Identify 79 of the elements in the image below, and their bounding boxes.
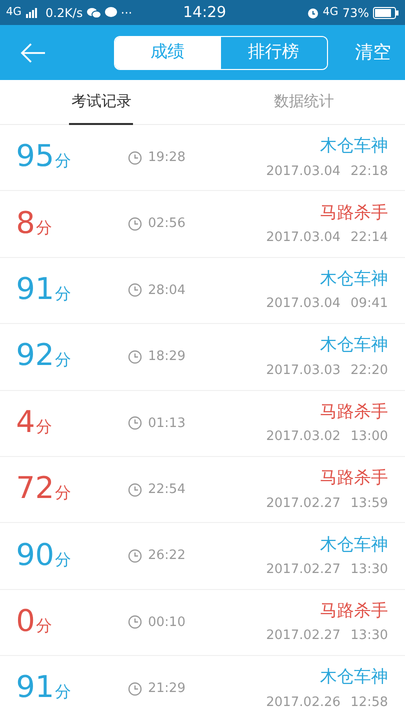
score-unit: 分 <box>55 282 72 305</box>
exam-date: 2017.03.04 <box>266 162 341 181</box>
exam-duration: 02:56 <box>148 215 186 234</box>
more-notifications: ··· <box>120 4 132 22</box>
segment-tab[interactable]: 成绩 <box>114 36 220 68</box>
chat-bubbles-icon <box>86 6 101 18</box>
exam-duration: 28:04 <box>148 282 186 300</box>
exam-time: 13:00 <box>350 428 388 446</box>
exam-time: 13:30 <box>350 627 388 646</box>
clock-icon <box>128 150 142 165</box>
network-label: 4G <box>6 4 22 20</box>
score-unit: 分 <box>36 216 52 239</box>
rank-title: 马路杀手 <box>320 202 388 225</box>
exam-time: 22:14 <box>350 229 388 248</box>
chat-bubble-icon <box>104 7 117 18</box>
rank-title: 马路杀手 <box>320 467 388 490</box>
exam-time: 09:41 <box>350 295 388 314</box>
rank-title: 马路杀手 <box>320 400 388 424</box>
score-value: 0 <box>16 606 36 637</box>
score-unit: 分 <box>55 482 72 504</box>
exam-time: 12:58 <box>350 694 388 712</box>
back-arrow-icon[interactable] <box>20 42 46 62</box>
exam-duration: 19:28 <box>148 148 186 167</box>
exam-duration: 22:54 <box>148 480 186 499</box>
exam-date: 2017.02.27 <box>266 627 341 646</box>
clock-icon <box>128 350 142 364</box>
rank-title: 木仓车神 <box>320 666 388 690</box>
score-unit: 分 <box>36 614 52 637</box>
exam-time: 13:59 <box>350 494 388 513</box>
score-value: 8 <box>16 208 36 239</box>
battery-icon <box>373 6 399 18</box>
exam-duration: 00:10 <box>148 614 186 632</box>
battery-percent: 73% <box>342 4 369 22</box>
exam-date: 2017.03.03 <box>266 362 341 380</box>
rank-title: 木仓车神 <box>320 534 388 557</box>
exam-date: 2017.02.27 <box>266 494 341 513</box>
clock-icon <box>128 283 142 298</box>
score-value: 91 <box>16 673 54 704</box>
signal-icon <box>26 8 38 18</box>
exam-date: 2017.03.04 <box>266 295 341 314</box>
score-value: 72 <box>16 474 54 504</box>
score-value: 91 <box>16 274 54 305</box>
clock-icon <box>128 615 142 630</box>
network-speed: 0.2K/s <box>46 4 83 22</box>
score-value: 95 <box>16 142 54 172</box>
score-value: 90 <box>16 540 54 571</box>
exam-date: 2017.02.26 <box>266 694 341 712</box>
score-unit: 分 <box>55 150 72 172</box>
clock-icon <box>128 482 142 497</box>
exam-duration: 01:13 <box>148 414 186 432</box>
exam-time: 22:20 <box>350 362 388 380</box>
clock-icon <box>128 217 142 232</box>
rank-title: 木仓车神 <box>320 268 388 291</box>
exam-date: 2017.03.02 <box>266 428 341 446</box>
score-unit: 分 <box>55 548 72 571</box>
score-unit: 分 <box>55 681 72 704</box>
rank-title: 木仓车神 <box>320 135 388 158</box>
exam-time: 22:18 <box>350 162 388 181</box>
rank-title: 木仓车神 <box>320 334 388 358</box>
record-tab[interactable]: 考试记录 <box>69 80 134 125</box>
clock-time: 14:29 <box>183 2 226 24</box>
score-value: 4 <box>16 408 36 438</box>
clock-icon <box>128 682 142 696</box>
exam-date: 2017.02.27 <box>266 561 341 580</box>
clear-button[interactable]: 清空 <box>355 39 391 66</box>
rank-title: 马路杀手 <box>320 600 388 623</box>
clock-icon <box>128 416 142 430</box>
exam-time: 13:30 <box>350 561 388 580</box>
alarm-icon <box>306 6 319 18</box>
exam-date: 2017.03.04 <box>266 229 341 248</box>
network-label: 4G <box>322 4 338 20</box>
exam-duration: 21:29 <box>148 680 186 698</box>
score-unit: 分 <box>55 349 72 372</box>
exam-duration: 18:29 <box>148 348 186 366</box>
score-unit: 分 <box>36 416 52 438</box>
score-value: 92 <box>16 341 54 372</box>
record-tab[interactable]: 数据统计 <box>272 80 336 125</box>
exam-duration: 26:22 <box>148 547 186 566</box>
clock-icon <box>128 549 142 564</box>
